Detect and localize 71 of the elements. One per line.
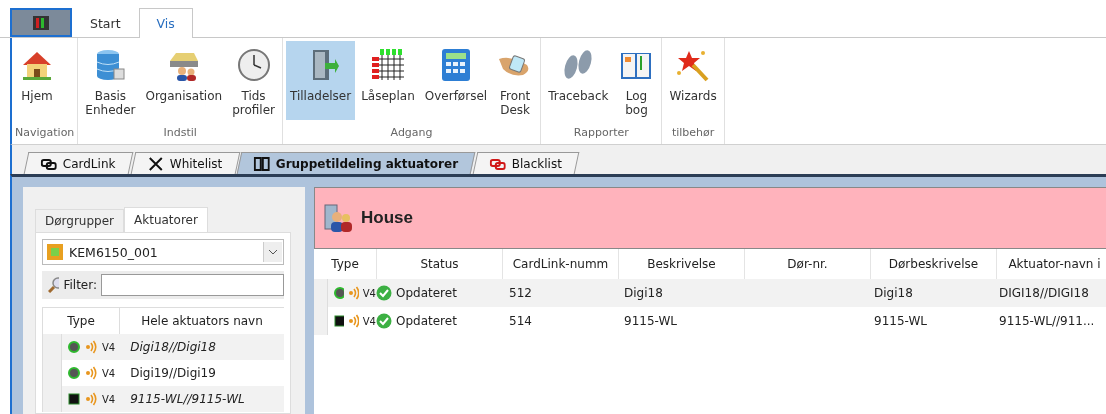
actuator-name[interactable]: Digi19//Digi19: [130, 366, 216, 380]
door-people-icon: [323, 203, 353, 233]
actuator-name[interactable]: Digi18//Digi18: [130, 340, 216, 354]
panel-tab[interactable]: Dørgrupper: [35, 209, 124, 232]
grid-icon: [370, 47, 406, 83]
document-tab[interactable]: Blacklist: [473, 152, 580, 174]
clock-icon: [235, 47, 272, 83]
document-tab[interactable]: Whitelist: [130, 152, 240, 174]
status-text: Opdateret: [396, 314, 457, 328]
version-label: V4: [362, 315, 376, 327]
cross-icon: [147, 155, 164, 172]
ribbon-button[interactable]: Log bog: [614, 41, 659, 120]
signal-icon: [85, 340, 97, 354]
ribbon-button[interactable]: Hjem: [15, 41, 59, 120]
version-label: V4: [102, 367, 116, 379]
ribbon-group-label: tilbehør: [670, 125, 716, 141]
caret-icon: [263, 242, 282, 262]
version-label: V4: [102, 341, 116, 353]
table-cell-text: 512: [508, 286, 533, 300]
ribbon-group-label: Rapporter: [572, 125, 630, 141]
document-tab[interactable]: Gruppetildeling aktuatorer: [236, 152, 476, 174]
ribbon-button[interactable]: Traceback: [544, 41, 613, 120]
filter-label: Filter:: [63, 278, 97, 292]
controller-dropdown[interactable]: KEM6150_001: [42, 239, 284, 265]
ribbon-button[interactable]: Låseplan: [357, 41, 419, 120]
row-selector[interactable]: [43, 334, 62, 360]
signal-icon: [348, 314, 359, 328]
actuator-name[interactable]: 9115-WL//9115-WL: [130, 392, 245, 406]
columns-icon: [254, 155, 271, 172]
device-dot-icon: [68, 341, 80, 353]
table-cell-text: 514: [508, 314, 533, 328]
filter-field[interactable]: [101, 274, 284, 296]
group-title: House: [361, 208, 413, 228]
ribbon-tab[interactable]: Vis: [138, 8, 193, 38]
version-label: V4: [102, 393, 116, 405]
ribbon-button[interactable]: Wizards: [665, 41, 721, 120]
signal-icon: [85, 366, 97, 380]
application-menu-button[interactable]: [10, 8, 72, 37]
panel-tab[interactable]: Aktuatorer: [124, 207, 208, 232]
signal-icon: [348, 286, 359, 300]
controller-icon: [47, 244, 63, 260]
ribbon-button[interactable]: Front Desk: [493, 41, 538, 120]
ribbon-button[interactable]: Overførsel: [420, 41, 492, 120]
ribbon-button[interactable]: Basis Enheder: [81, 41, 140, 120]
ribbon-group-label: Indstil: [162, 125, 198, 141]
ribbon-group-label: Adgang: [389, 125, 434, 141]
device-chip-icon: [334, 315, 345, 327]
device-dot-icon: [68, 367, 80, 379]
version-label: V4: [362, 287, 376, 299]
search-icon: [48, 277, 60, 293]
ribbon-button[interactable]: Tilladelser: [285, 41, 356, 120]
table-cell-text: 9115-WL//911...: [998, 314, 1096, 328]
column-header: Type: [66, 314, 96, 328]
ribbon-group-label: Navigation: [15, 125, 75, 141]
table-cell-text: Digi18: [623, 286, 664, 300]
status-text: Opdateret: [396, 286, 457, 300]
table-cell-text: Digi18: [873, 286, 914, 300]
grid-icon: [32, 14, 50, 31]
table-cell-text: 9115-WL: [873, 314, 928, 328]
device-chip-icon: [68, 393, 80, 405]
check-icon: [376, 313, 392, 329]
row-selector[interactable]: [43, 386, 62, 412]
check-icon: [376, 285, 392, 301]
table-cell-text: DIGI18//DIGI18: [998, 286, 1090, 300]
table-cell-text: 9115-WL: [623, 314, 678, 328]
ribbon-button[interactable]: Organisation: [141, 41, 227, 120]
row-selector[interactable]: [314, 307, 328, 335]
ribbon-tab[interactable]: Start: [72, 8, 139, 37]
ribbon-button[interactable]: Tids profiler: [228, 41, 279, 120]
document-tab[interactable]: CardLink: [23, 152, 133, 174]
signal-icon: [85, 392, 97, 406]
